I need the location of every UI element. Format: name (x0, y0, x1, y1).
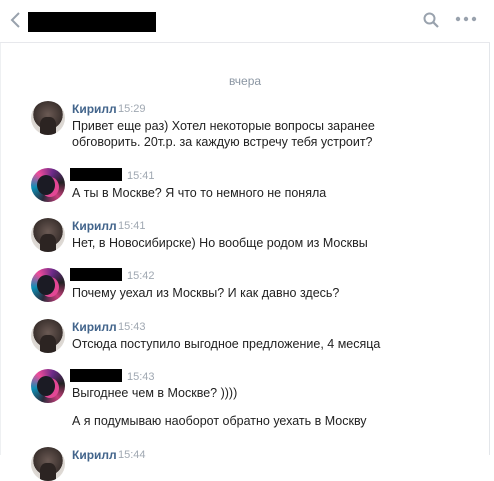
avatar[interactable] (31, 168, 65, 202)
message-author[interactable]: Кирилл (72, 102, 117, 116)
message-author-redacted (70, 168, 122, 181)
chevron-left-icon[interactable] (9, 10, 23, 30)
message-author[interactable]: Кирилл (72, 448, 117, 462)
message-author[interactable]: Кирилл (72, 219, 117, 233)
avatar[interactable] (31, 268, 65, 302)
message-time[interactable]: 15:42 (127, 270, 155, 282)
avatar[interactable] (31, 101, 65, 135)
message-author[interactable]: Кирилл (72, 320, 117, 334)
message-text: Отсюда поступило выгодное предложение, 4… (72, 337, 381, 351)
more-dots-icon[interactable] (455, 14, 477, 24)
message-time[interactable]: 15:41 (118, 220, 146, 232)
message-time[interactable]: 15:43 (118, 321, 146, 333)
avatar[interactable] (31, 218, 65, 252)
message-text: Почему уехал из Москвы? И как давно здес… (72, 286, 340, 300)
message-author-redacted (70, 268, 122, 281)
message-text: А я подумываю наоборот обратно уехать в … (72, 414, 367, 428)
message-author-redacted (70, 369, 122, 382)
message-text: А ты в Москве? Я что то немного не понял… (72, 186, 327, 200)
avatar[interactable] (31, 369, 65, 403)
message-time[interactable]: 15:29 (118, 103, 146, 115)
avatar[interactable] (31, 319, 65, 353)
search-icon[interactable] (422, 11, 440, 29)
message-time[interactable]: 15:41 (127, 170, 155, 182)
date-separator: вчера (228, 74, 262, 88)
avatar[interactable] (31, 447, 65, 481)
message-text: Выгоднее чем в Москве? )))) (72, 386, 238, 400)
message-time[interactable]: 15:44 (118, 449, 146, 461)
message-time[interactable]: 15:43 (127, 371, 155, 383)
message-text: Нет, в Новосибирске) Но вообще родом из … (72, 236, 368, 250)
dialog-header (0, 0, 490, 43)
message-text: обговорить. 20т.р. за каждую встречу теб… (72, 135, 373, 149)
conversation-title-redacted (28, 12, 156, 32)
message-text: Привет еще раз) Хотел некоторые вопросы … (72, 119, 375, 133)
